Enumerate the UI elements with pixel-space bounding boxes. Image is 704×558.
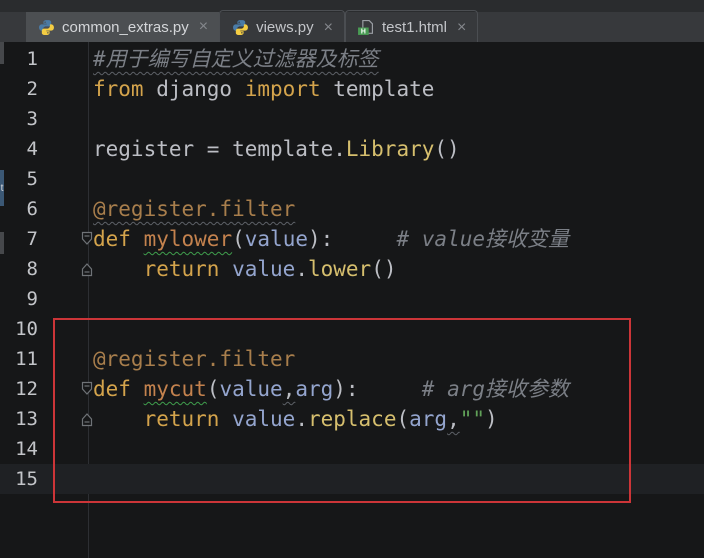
tab-common_extras.py[interactable]: common_extras.py ×	[26, 12, 219, 42]
fold-cell	[38, 104, 93, 134]
fold-cell	[38, 194, 93, 224]
fold-start-icon[interactable]	[38, 224, 93, 254]
python-file-icon	[231, 19, 249, 37]
line-number: 15	[0, 468, 38, 490]
line-number: 8	[0, 258, 38, 280]
fold-cell	[38, 134, 93, 164]
close-icon[interactable]: ×	[457, 20, 466, 36]
line-number: 11	[0, 348, 38, 370]
tab-label: views.py	[256, 19, 314, 36]
fold-cell	[38, 74, 93, 104]
tab-test1.html[interactable]: H test1.html ×	[345, 10, 478, 42]
tab-label: common_extras.py	[62, 19, 189, 36]
code-text: return value.replace(arg,"")	[93, 404, 498, 434]
line-number: 12	[0, 378, 38, 400]
code-text: @register.filter	[93, 194, 295, 224]
code-text: #用于编写自定义过滤器及标签	[93, 44, 379, 74]
fold-cell	[38, 344, 93, 374]
line-number: 1	[0, 48, 38, 70]
ide-window: common_extras.py × views.py × H test1.html…	[0, 0, 704, 558]
code-text: from django import template	[93, 74, 434, 104]
tab-views.py[interactable]: views.py ×	[219, 10, 345, 42]
tool-window-stripe-button[interactable]: t	[0, 170, 4, 206]
code-line[interactable]: 3	[0, 104, 704, 134]
line-number: 14	[0, 438, 38, 460]
fold-end-icon[interactable]	[38, 254, 93, 284]
code-text: def mycut(value,arg): # arg接收参数	[93, 374, 569, 404]
editor-tab-bar: common_extras.py × views.py × H test1.html…	[0, 0, 704, 42]
code-line[interactable]: 15	[0, 464, 704, 494]
code-text: @register.filter	[93, 344, 295, 374]
code-line[interactable]: 4 register = template.Library()	[0, 134, 704, 164]
code-line[interactable]: 9	[0, 284, 704, 314]
code-line[interactable]: 6 @register.filter	[0, 194, 704, 224]
fold-cell	[38, 434, 93, 464]
code-line[interactable]: 7 def mylower(value): # value接收变量	[0, 224, 704, 254]
line-number: 7	[0, 228, 38, 250]
code-line[interactable]: 11 @register.filter	[0, 344, 704, 374]
code-text: register = template.Library()	[93, 134, 460, 164]
code-line[interactable]: 14	[0, 434, 704, 464]
fold-cell	[38, 314, 93, 344]
line-number: 3	[0, 108, 38, 130]
tab-label: test1.html	[382, 19, 447, 36]
close-icon[interactable]: ×	[199, 19, 208, 35]
tool-window-stripe-fragment	[0, 232, 4, 254]
html-file-icon: H	[357, 19, 375, 37]
code-text: return value.lower()	[93, 254, 396, 284]
svg-text:H: H	[361, 28, 366, 35]
fold-cell	[38, 464, 93, 494]
fold-start-icon[interactable]	[38, 374, 93, 404]
fold-cell	[38, 164, 93, 194]
code-line[interactable]: 1 #用于编写自定义过滤器及标签	[0, 44, 704, 74]
line-number: 2	[0, 78, 38, 100]
fold-cell	[38, 284, 93, 314]
code-line[interactable]: 12 def mycut(value,arg): # arg接收参数	[0, 374, 704, 404]
code-editor[interactable]: t 1 #用于编写自定义过滤器及标签 2 from django import tem…	[0, 42, 704, 558]
line-number: 4	[0, 138, 38, 160]
code-line[interactable]: 8 return value.lower()	[0, 254, 704, 284]
fold-end-icon[interactable]	[38, 404, 93, 434]
code-line[interactable]: 5	[0, 164, 704, 194]
line-number: 6	[0, 198, 38, 220]
code-text: def mylower(value): # value接收变量	[93, 224, 569, 254]
line-number: 9	[0, 288, 38, 310]
fold-cell	[38, 44, 93, 74]
line-number: 10	[0, 318, 38, 340]
python-file-icon	[37, 18, 55, 36]
code-line[interactable]: 2 from django import template	[0, 74, 704, 104]
code-line[interactable]: 10	[0, 314, 704, 344]
code-lines: 1 #用于编写自定义过滤器及标签 2 from django import templ…	[0, 44, 704, 494]
close-icon[interactable]: ×	[324, 20, 333, 36]
editor-tabs: common_extras.py × views.py × H test1.html…	[26, 12, 478, 42]
line-number: 13	[0, 408, 38, 430]
line-number: 5	[0, 168, 38, 190]
tool-window-stripe-fragment	[0, 42, 4, 64]
code-line[interactable]: 13 return value.replace(arg,"")	[0, 404, 704, 434]
